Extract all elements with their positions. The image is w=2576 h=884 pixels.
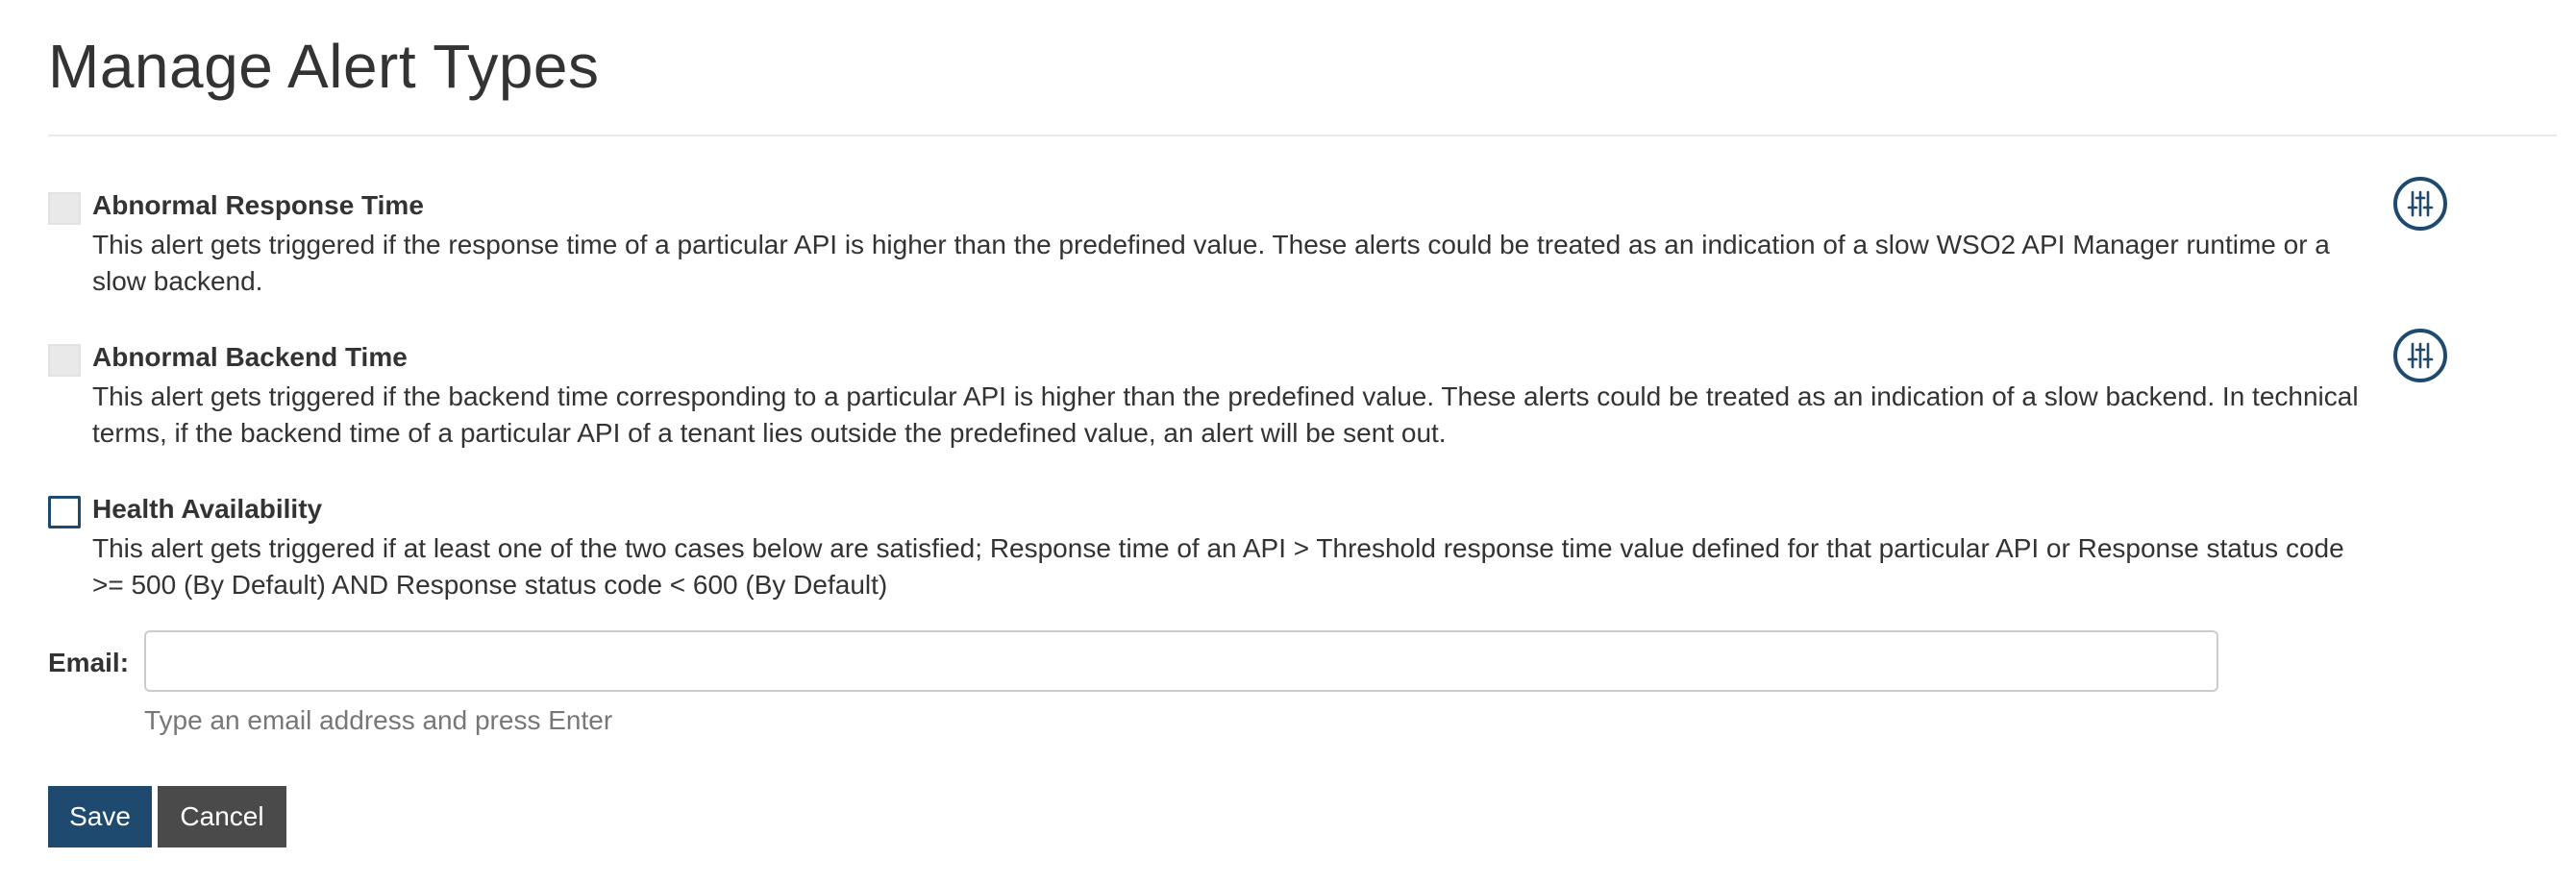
configure-alert-button[interactable]	[2393, 329, 2447, 382]
email-input[interactable]	[144, 630, 2218, 692]
page-title: Manage Alert Types	[48, 32, 600, 101]
configure-alert-button[interactable]	[2393, 177, 2447, 231]
email-label: Email:	[48, 648, 130, 677]
sliders-icon	[2407, 190, 2434, 217]
alert-description: This alert gets triggered if at least on…	[92, 533, 2344, 600]
save-button[interactable]: Save	[48, 786, 152, 847]
title-divider	[48, 135, 2557, 136]
alert-checkbox-abnormal-backend-time[interactable]	[48, 344, 81, 377]
alert-name: Abnormal Response Time	[92, 190, 424, 220]
cancel-button[interactable]: Cancel	[158, 786, 286, 847]
email-helper-text: Type an email address and press Enter	[144, 705, 613, 735]
alert-description: This alert gets triggered if the backend…	[92, 381, 2359, 448]
manage-alert-types-page: Manage Alert Types Abnormal Response Tim…	[0, 0, 2576, 884]
alert-checkbox-health-availability[interactable]	[48, 496, 81, 528]
alert-checkbox-abnormal-response-time[interactable]	[48, 192, 81, 225]
sliders-icon	[2407, 342, 2434, 369]
alert-name: Health Availability	[92, 494, 323, 524]
alert-description: This alert gets triggered if the respons…	[92, 230, 2330, 296]
alert-name: Abnormal Backend Time	[92, 342, 408, 372]
